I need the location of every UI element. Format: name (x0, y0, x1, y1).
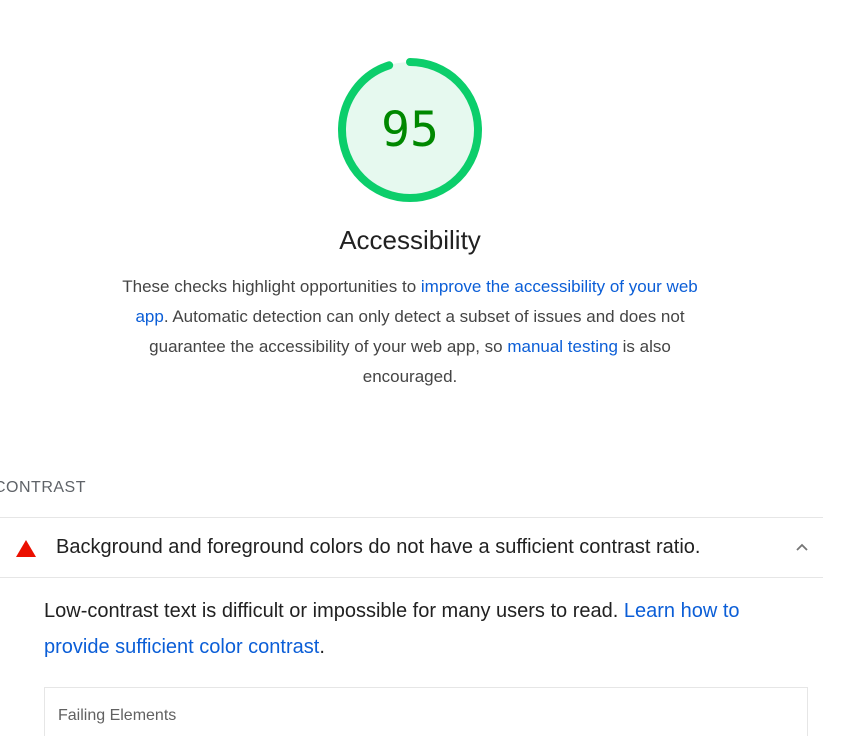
audit-group-title: CONTRAST (0, 479, 86, 496)
audit-title: Background and foreground colors do not … (56, 536, 701, 558)
score-gauge[interactable]: 95 (337, 57, 483, 203)
manual-testing-link[interactable]: manual testing (507, 337, 618, 356)
audit-description-text: . (319, 636, 325, 658)
audit-description: Low-contrast text is difficult or imposs… (44, 593, 804, 665)
category-description: These checks highlight opportunities to … (110, 272, 710, 392)
chevron-up-icon[interactable] (795, 542, 809, 552)
gauge-score-value: 95 (381, 102, 439, 158)
audit-header-color-contrast[interactable]: Background and foreground colors do not … (0, 517, 823, 578)
category-description-text: These checks highlight opportunities to (122, 277, 421, 296)
audit-description-text: Low-contrast text is difficult or imposs… (44, 600, 624, 622)
failing-elements-table: Failing Elements (44, 687, 808, 736)
failing-elements-header: Failing Elements (58, 707, 177, 724)
category-title: Accessibility (339, 225, 481, 255)
fail-triangle-icon (16, 540, 36, 557)
lighthouse-report: 95 Accessibility These checks highlight … (0, 0, 841, 736)
